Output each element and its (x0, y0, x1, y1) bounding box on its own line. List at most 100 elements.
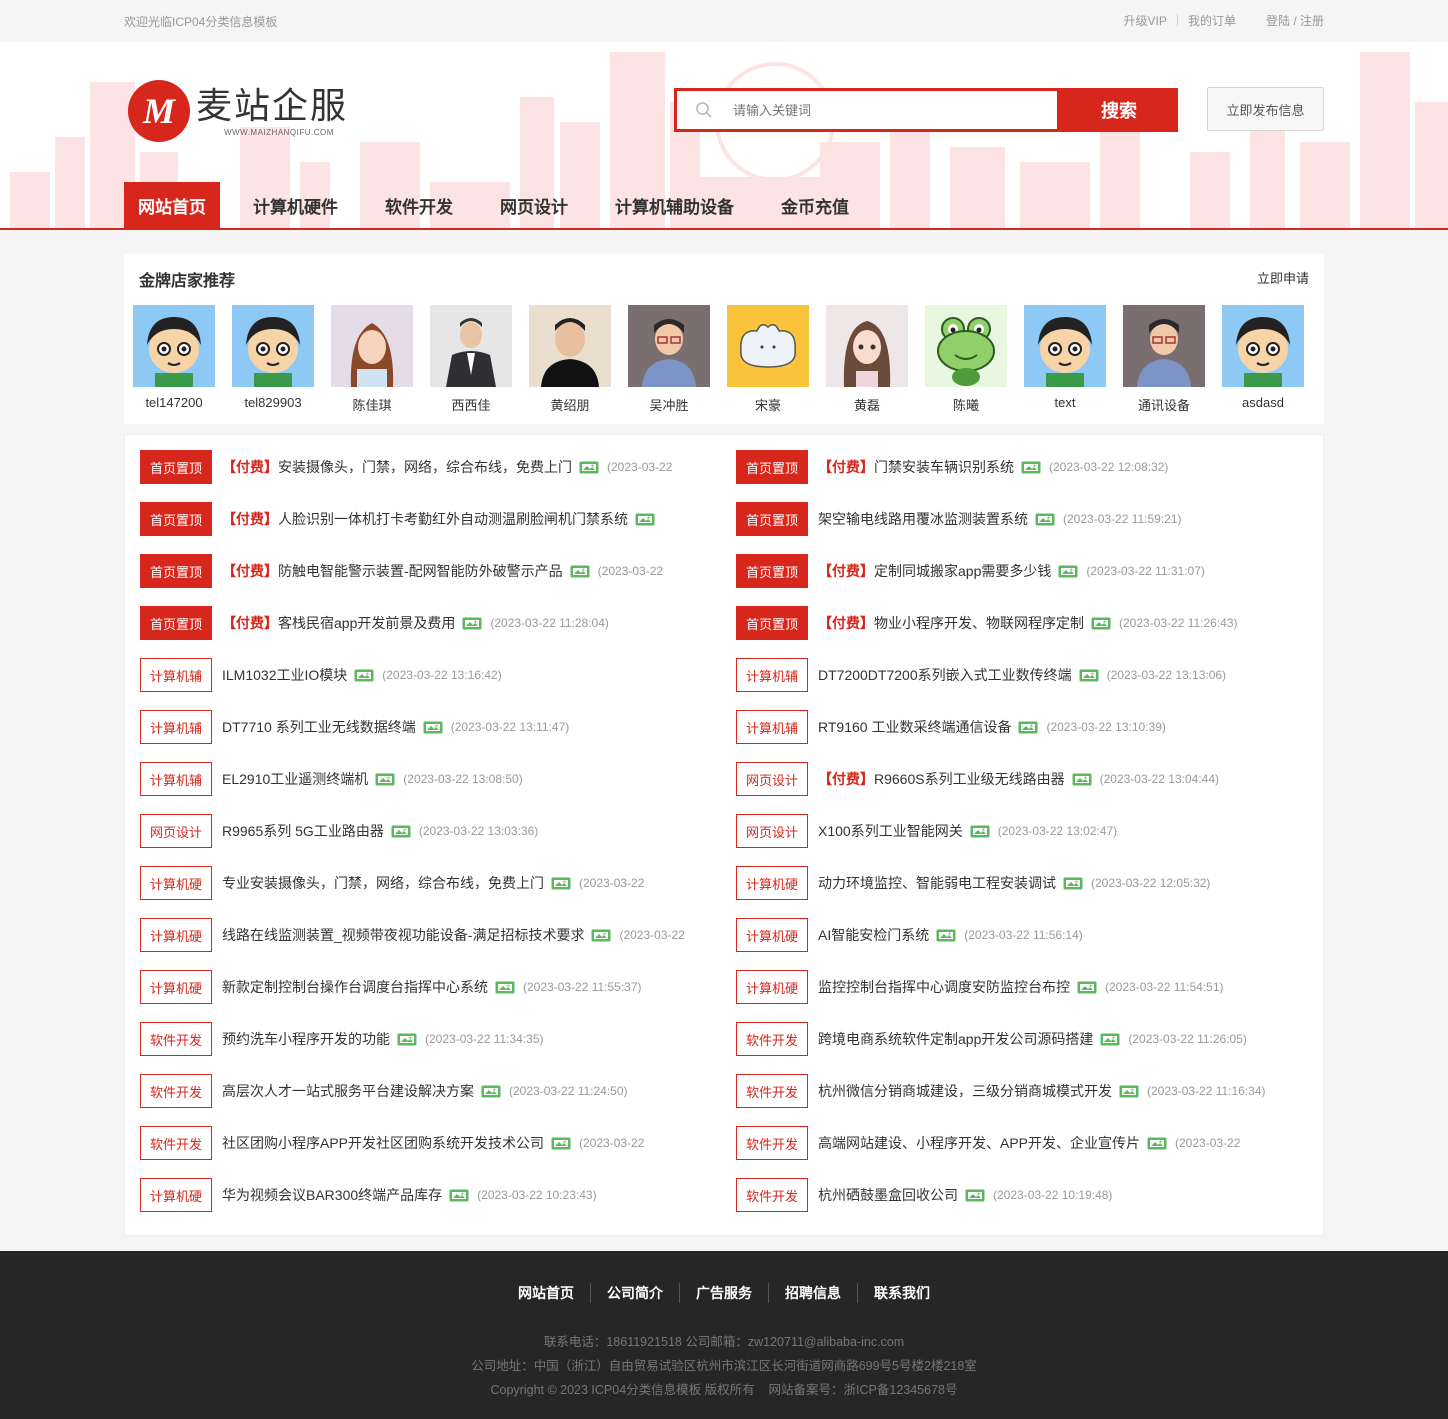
apply-link[interactable]: 立即申请 (1257, 268, 1309, 287)
listing-row[interactable]: 网页设计 R9965系列 5G工业路由器 (2023-03-22 13:03:36) (140, 814, 538, 848)
listing-title[interactable]: 预约洗车小程序开发的功能 (222, 1029, 390, 1049)
search-button[interactable]: 搜索 (1060, 88, 1178, 132)
listing-row[interactable]: 首页置顶 【付费】 定制同城搬家app需要多少钱 (2023-03-22 11:31:… (736, 554, 1205, 588)
listing-title[interactable]: 门禁安装车辆识别系统 (874, 457, 1014, 477)
listing-row[interactable]: 软件开发 跨境电商系统软件定制app开发公司源码搭建 (2023-03-22 11:… (736, 1022, 1247, 1056)
login-register-link[interactable]: 登陆 / 注册 (1266, 12, 1324, 29)
listing-row[interactable]: 首页置顶 【付费】 客栈民宿app开发前景及费用 (2023-03-22 11:28:… (140, 606, 609, 640)
listing-title[interactable]: 动力环境监控、智能弱电工程安装调试 (818, 873, 1056, 893)
listing-row[interactable]: 计算机辅 EL2910工业遥测终端机 (2023-03-22 13:08:50) (140, 762, 523, 796)
category-tag[interactable]: 计算机硬 (140, 970, 212, 1004)
category-tag[interactable]: 计算机辅 (140, 710, 212, 744)
category-tag[interactable]: 首页置顶 (140, 606, 212, 640)
listing-row[interactable]: 计算机辅 ILM1032工业IO模块 (2023-03-22 13:16:42) (140, 658, 502, 692)
category-tag[interactable]: 软件开发 (140, 1022, 212, 1056)
category-tag[interactable]: 网页设计 (736, 762, 808, 796)
nav-item-hardware[interactable]: 计算机硬件 (232, 182, 359, 228)
footer-link-home[interactable]: 网站首页 (502, 1283, 590, 1303)
listing-title[interactable]: 客栈民宿app开发前景及费用 (278, 613, 455, 633)
category-tag[interactable]: 首页置顶 (736, 502, 808, 536)
category-tag[interactable]: 计算机硬 (140, 1178, 212, 1212)
listing-row[interactable]: 计算机辅 RT9160 工业数采终端通信设备 (2023-03-22 13:10:3… (736, 710, 1166, 744)
listing-row[interactable]: 首页置顶 【付费】 安装摄像头，门禁，网络，综合布线，免费上门 (2023-03-22 (140, 450, 672, 484)
footer-link-contact[interactable]: 联系我们 (857, 1283, 946, 1303)
listing-title[interactable]: 华为视频会议BAR300终端产品库存 (222, 1185, 442, 1205)
listing-title[interactable]: 高端网站建设、小程序开发、APP开发、企业宣传片 (818, 1133, 1140, 1153)
listing-title[interactable]: AI智能安检门系统 (818, 925, 929, 945)
nav-item-web-design[interactable]: 网页设计 (479, 182, 589, 228)
listing-row[interactable]: 软件开发 高层次人才一站式服务平台建设解决方案 (2023-03-22 11:24:… (140, 1074, 628, 1108)
listing-title[interactable]: 新款定制控制台操作台调度台指挥中心系统 (222, 977, 488, 997)
listing-title[interactable]: DT7200DT7200系列嵌入式工业数传终端 (818, 665, 1072, 685)
listing-row[interactable]: 计算机辅 DT7710 系列工业无线数据终端 (2023-03-22 13:11:4… (140, 710, 569, 744)
category-tag[interactable]: 计算机硬 (140, 866, 212, 900)
listing-row[interactable]: 网页设计 X100系列工业智能网关 (2023-03-22 13:02:47) (736, 814, 1117, 848)
footer-link-about[interactable]: 公司简介 (590, 1283, 679, 1303)
category-tag[interactable]: 计算机辅 (736, 710, 808, 744)
listing-title[interactable]: 跨境电商系统软件定制app开发公司源码搭建 (818, 1029, 1093, 1049)
listing-title[interactable]: 人脸识别一体机打卡考勤红外自动测温刷脸闸机门禁系统 (278, 509, 628, 529)
category-tag[interactable]: 计算机辅 (736, 658, 808, 692)
category-tag[interactable]: 软件开发 (736, 1022, 808, 1056)
listing-title[interactable]: RT9160 工业数采终端通信设备 (818, 717, 1011, 737)
search-input[interactable] (733, 102, 1033, 118)
listing-row[interactable]: 网页设计 【付费】 R9660S系列工业级无线路由器 (2023-03-22 13:0… (736, 762, 1219, 796)
nav-item-peripherals[interactable]: 计算机辅助设备 (594, 182, 755, 228)
category-tag[interactable]: 计算机硬 (736, 866, 808, 900)
listing-row[interactable]: 计算机辅 DT7200DT7200系列嵌入式工业数传终端 (2023-03-22 1… (736, 658, 1226, 692)
publish-info-button[interactable]: 立即发布信息 (1207, 87, 1324, 131)
listing-row[interactable]: 计算机硬 线路在线监测装置_视频带夜视功能设备-满足招标技术要求 (2023-03-… (140, 918, 685, 952)
category-tag[interactable]: 计算机辅 (140, 762, 212, 796)
shop-card[interactable]: 黄磊 (826, 305, 908, 414)
category-tag[interactable]: 软件开发 (736, 1074, 808, 1108)
listing-title[interactable]: R9660S系列工业级无线路由器 (874, 769, 1065, 789)
listing-title[interactable]: ILM1032工业IO模块 (222, 665, 347, 685)
upgrade-vip-link[interactable]: 升级VIP (1124, 12, 1167, 29)
category-tag[interactable]: 软件开发 (140, 1126, 212, 1160)
listing-title[interactable]: R9965系列 5G工业路由器 (222, 821, 384, 841)
listing-row[interactable]: 软件开发 高端网站建设、小程序开发、APP开发、企业宣传片 (2023-03-22 (736, 1126, 1240, 1160)
shop-card[interactable]: 陈曦 (925, 305, 1007, 414)
nav-item-recharge[interactable]: 金币充值 (760, 182, 870, 228)
listing-title[interactable]: X100系列工业智能网关 (818, 821, 963, 841)
listing-title[interactable]: 安装摄像头，门禁，网络，综合布线，免费上门 (278, 457, 572, 477)
listing-row[interactable]: 首页置顶 【付费】 防触电智能警示装置-配网智能防外破警示产品 (2023-03-22 (140, 554, 663, 588)
shop-card[interactable]: text (1024, 305, 1106, 410)
shop-card[interactable]: tel829903 (232, 305, 314, 410)
listing-row[interactable]: 软件开发 预约洗车小程序开发的功能 (2023-03-22 11:34:35) (140, 1022, 544, 1056)
listing-title[interactable]: 物业小程序开发、物联网程序定制 (874, 613, 1084, 633)
shop-card[interactable]: 通讯设备 (1123, 305, 1205, 414)
category-tag[interactable]: 首页置顶 (736, 554, 808, 588)
category-tag[interactable]: 软件开发 (736, 1178, 808, 1212)
shop-card[interactable]: 宋豪 (727, 305, 809, 414)
category-tag[interactable]: 计算机辅 (140, 658, 212, 692)
listing-title[interactable]: 监控控制台指挥中心调度安防监控台布控 (818, 977, 1070, 997)
listing-row[interactable]: 计算机硬 AI智能安检门系统 (2023-03-22 11:56:14) (736, 918, 1083, 952)
shop-card[interactable]: 陈佳琪 (331, 305, 413, 414)
category-tag[interactable]: 首页置顶 (736, 606, 808, 640)
footer-link-ads[interactable]: 广告服务 (679, 1283, 768, 1303)
category-tag[interactable]: 计算机硬 (736, 970, 808, 1004)
listing-title[interactable]: 防触电智能警示装置-配网智能防外破警示产品 (278, 561, 563, 581)
shop-card[interactable]: 西西佳 (430, 305, 512, 414)
listing-title[interactable]: 杭州微信分销商城建设，三级分销商城模式开发 (818, 1081, 1112, 1101)
listing-title[interactable]: 专业安装摄像头，门禁，网络，综合布线，免费上门 (222, 873, 544, 893)
category-tag[interactable]: 首页置顶 (140, 450, 212, 484)
category-tag[interactable]: 计算机硬 (140, 918, 212, 952)
listing-title[interactable]: 社区团购小程序APP开发社区团购系统开发技术公司 (222, 1133, 544, 1153)
my-orders-link[interactable]: 我的订单 (1188, 12, 1236, 29)
listing-row[interactable]: 首页置顶 【付费】 门禁安装车辆识别系统 (2023-03-22 12:08:32) (736, 450, 1168, 484)
listing-row[interactable]: 首页置顶 架空输电线路用覆冰监测装置系统 (2023-03-22 11:59:21) (736, 502, 1182, 536)
category-tag[interactable]: 首页置顶 (140, 554, 212, 588)
listing-row[interactable]: 计算机硬 动力环境监控、智能弱电工程安装调试 (2023-03-22 12:05:3… (736, 866, 1210, 900)
shop-card[interactable]: 吴冲胜 (628, 305, 710, 414)
footer-link-jobs[interactable]: 招聘信息 (768, 1283, 857, 1303)
listing-title[interactable]: DT7710 系列工业无线数据终端 (222, 717, 416, 737)
listing-title[interactable]: EL2910工业遥测终端机 (222, 769, 368, 789)
category-tag[interactable]: 软件开发 (140, 1074, 212, 1108)
listing-title[interactable]: 架空输电线路用覆冰监测装置系统 (818, 509, 1028, 529)
shop-card[interactable]: asdasd (1222, 305, 1304, 410)
nav-item-home[interactable]: 网站首页 (124, 182, 220, 228)
listing-title[interactable]: 杭州硒鼓墨盒回收公司 (818, 1185, 958, 1205)
shop-card[interactable]: tel147200 (133, 305, 215, 410)
